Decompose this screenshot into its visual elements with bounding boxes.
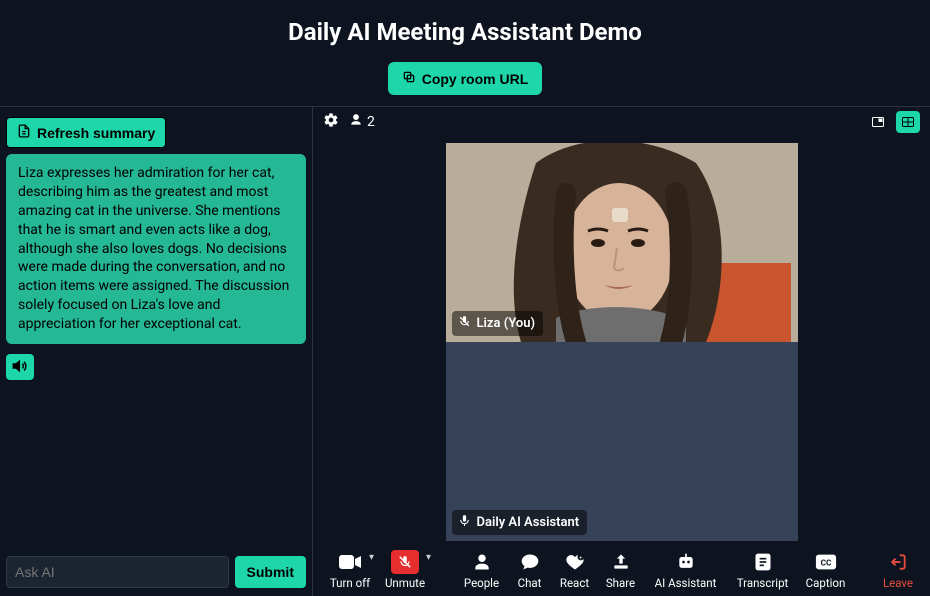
page-title: Daily AI Meeting Assistant Demo bbox=[0, 0, 930, 46]
copy-room-url-button[interactable]: Copy room URL bbox=[388, 62, 543, 95]
document-icon bbox=[17, 124, 31, 141]
refresh-summary-label: Refresh summary bbox=[37, 125, 155, 141]
caption-button[interactable]: CC Caption bbox=[798, 550, 854, 590]
camera-toggle-button[interactable]: ▾ Turn off bbox=[323, 550, 377, 590]
react-label: React bbox=[560, 576, 589, 590]
chat-button[interactable]: Chat bbox=[508, 550, 552, 590]
speaker-icon bbox=[12, 358, 28, 377]
copy-icon bbox=[402, 70, 416, 87]
transcript-button[interactable]: Transcript bbox=[728, 550, 798, 590]
video-area: 2 bbox=[313, 107, 930, 596]
share-button[interactable]: Share bbox=[598, 550, 644, 590]
transcript-label: Transcript bbox=[737, 576, 789, 590]
ai-assistant-label: AI Assistant bbox=[655, 576, 717, 590]
people-button[interactable]: People bbox=[456, 550, 508, 590]
gear-icon[interactable] bbox=[323, 112, 339, 132]
share-label: Share bbox=[606, 576, 635, 590]
submit-button[interactable]: Submit bbox=[235, 556, 306, 588]
control-bar: ▾ Turn off ▾ Unmute People Chat + React bbox=[313, 544, 930, 596]
participant-tile-self[interactable]: Liza (You) bbox=[446, 143, 798, 342]
ai-assistant-button[interactable]: AI Assistant bbox=[644, 550, 728, 590]
person-icon bbox=[349, 113, 363, 131]
play-audio-button[interactable] bbox=[6, 354, 34, 380]
sidebar: Refresh summary Liza expresses her admir… bbox=[0, 107, 313, 596]
mic-muted-icon bbox=[458, 315, 471, 332]
participant-tile-ai[interactable]: Daily AI Assistant bbox=[446, 342, 798, 541]
chat-label: Chat bbox=[518, 576, 542, 590]
caption-label: Caption bbox=[806, 576, 846, 590]
chevron-down-icon[interactable]: ▾ bbox=[369, 552, 374, 563]
grid-view-button[interactable] bbox=[896, 111, 920, 133]
camera-toggle-label: Turn off bbox=[330, 576, 370, 590]
mic-icon bbox=[458, 514, 471, 531]
summary-text: Liza expresses her admiration for her ca… bbox=[6, 154, 306, 344]
mic-toggle-label: Unmute bbox=[385, 576, 425, 590]
leave-label: Leave bbox=[883, 576, 913, 590]
copy-room-label: Copy room URL bbox=[422, 71, 529, 87]
participant-count: 2 bbox=[367, 114, 375, 130]
refresh-summary-button[interactable]: Refresh summary bbox=[6, 117, 166, 148]
mic-toggle-button[interactable]: ▾ Unmute bbox=[377, 550, 433, 590]
ask-ai-input[interactable] bbox=[6, 556, 229, 588]
participant-name-ai: Daily AI Assistant bbox=[477, 515, 580, 530]
participant-name-self: Liza (You) bbox=[477, 316, 536, 331]
chevron-down-icon[interactable]: ▾ bbox=[426, 552, 431, 563]
speaker-view-button[interactable] bbox=[866, 111, 890, 133]
people-label: People bbox=[464, 576, 499, 590]
leave-button[interactable]: Leave bbox=[876, 550, 920, 590]
svg-text:CC: CC bbox=[820, 559, 831, 569]
react-button[interactable]: + React bbox=[552, 550, 598, 590]
